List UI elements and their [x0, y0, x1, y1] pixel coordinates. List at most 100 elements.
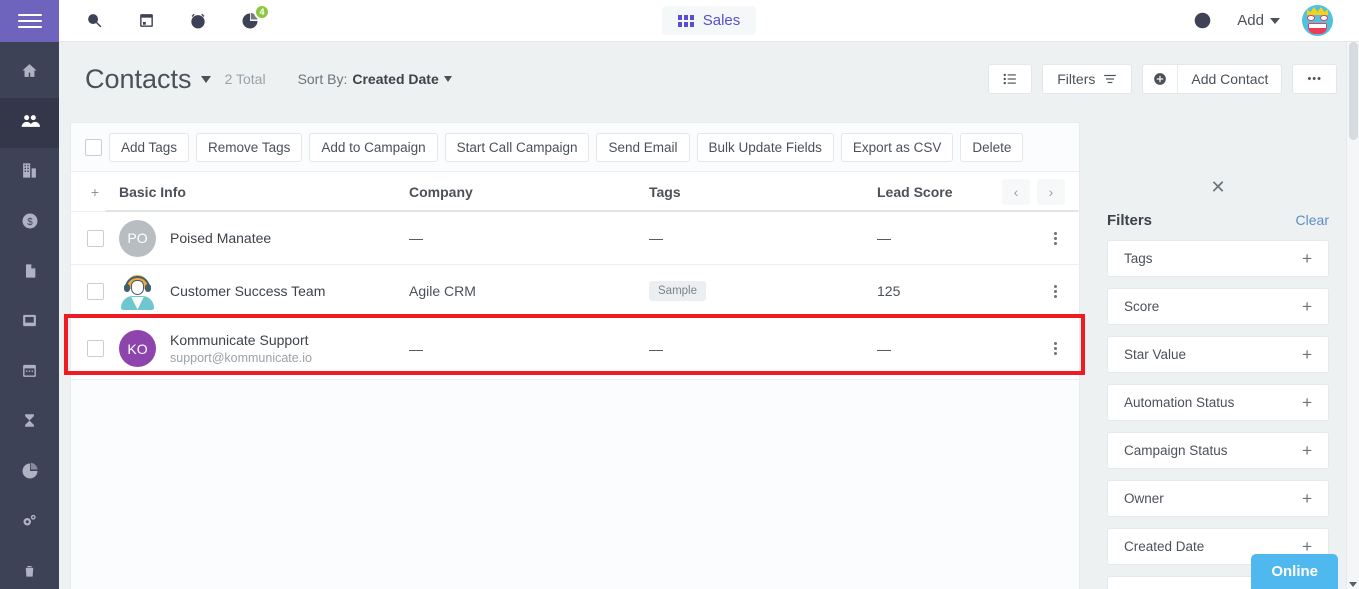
columns-prev-button[interactable]: ‹: [1002, 178, 1030, 205]
filter-label: Campaign Status: [1124, 443, 1228, 458]
ellipsis-icon: •••: [1307, 73, 1322, 85]
contact-name[interactable]: Poised Manatee: [170, 230, 271, 246]
contact-name[interactable]: Customer Success Team: [170, 283, 325, 299]
page-scrollbar[interactable]: [1346, 42, 1359, 589]
alarm-clock-icon[interactable]: [185, 8, 211, 34]
sidebar-item-inbox[interactable]: [0, 298, 59, 348]
page-title-dropdown-icon[interactable]: [200, 75, 211, 83]
clear-filters-link[interactable]: Clear: [1296, 212, 1329, 228]
avatar[interactable]: [1302, 5, 1333, 36]
table-row[interactable]: KO Kommunicate Support support@kommunica…: [71, 318, 1079, 380]
tag-badge[interactable]: Sample: [649, 281, 706, 301]
chevron-down-icon: [443, 76, 452, 82]
filter-item-score[interactable]: Score +: [1107, 288, 1329, 325]
bulk-update-fields-button[interactable]: Bulk Update Fields: [696, 132, 834, 162]
sidebar-item-companies[interactable]: [0, 148, 59, 198]
filter-label: Star Value: [1124, 347, 1187, 362]
sort-by-prefix: Sort By:: [297, 71, 348, 87]
column-header-company[interactable]: Company: [409, 184, 649, 200]
sidebar-item-settings[interactable]: [0, 498, 59, 548]
search-icon[interactable]: [81, 8, 107, 34]
people-icon: [20, 111, 40, 136]
table-row[interactable]: Customer Success Team Agile CRM Sample 1…: [71, 265, 1079, 318]
table-row[interactable]: PO Poised Manatee — — —: [71, 212, 1079, 265]
row-menu-button[interactable]: [1054, 230, 1079, 247]
plus-circle-icon[interactable]: [1143, 65, 1179, 93]
bulk-remove-tags-button[interactable]: Remove Tags: [196, 132, 303, 162]
grid-icon: [677, 14, 694, 27]
scrollbar-thumb[interactable]: [1349, 42, 1358, 140]
app-switcher-label: Sales: [702, 12, 741, 29]
cell-basic-info: PO Poised Manatee: [119, 219, 409, 257]
column-header-lead-score[interactable]: Lead Score: [877, 184, 1002, 200]
row-checkbox[interactable]: [86, 282, 104, 300]
column-header-basic-info[interactable]: Basic Info: [119, 184, 409, 200]
sidebar-item-contacts[interactable]: [0, 98, 59, 148]
sort-by-control[interactable]: Sort By: Created Date: [298, 71, 452, 87]
filter-icon: [1103, 72, 1117, 86]
sidebar-item-calendar[interactable]: [0, 348, 59, 398]
calendar-icon: [21, 362, 38, 384]
filter-label: Tags: [1124, 251, 1153, 266]
cell-tags: Sample: [649, 281, 877, 301]
add-button-label: Add: [1237, 12, 1264, 29]
add-contact-button[interactable]: Add Contact: [1142, 64, 1283, 94]
bulk-delete-button[interactable]: Delete: [960, 132, 1024, 162]
sidebar-item-tasks[interactable]: [0, 398, 59, 448]
filter-item-star-value[interactable]: Star Value +: [1107, 336, 1329, 373]
eyes-shape: [1307, 15, 1328, 21]
pie-chart-icon: [21, 462, 39, 485]
filter-item-automation-status[interactable]: Automation Status +: [1107, 384, 1329, 421]
filter-item-owner[interactable]: Owner +: [1107, 480, 1329, 517]
filter-label: Created Date: [1124, 539, 1205, 554]
filters-panel-header: Filters Clear: [1107, 212, 1329, 229]
plus-icon: +: [1302, 537, 1312, 556]
chevron-down-icon: [1270, 17, 1280, 24]
column-header-tags[interactable]: Tags: [649, 184, 877, 200]
row-menu-button[interactable]: [1054, 340, 1079, 357]
trash-icon: [22, 563, 37, 584]
filter-item-tags[interactable]: Tags +: [1107, 240, 1329, 277]
row-menu-button[interactable]: [1054, 283, 1079, 300]
chat-widget-button[interactable]: Online: [1251, 554, 1338, 589]
sidebar-item-trash[interactable]: [0, 548, 59, 589]
total-count: 2 Total: [224, 71, 266, 87]
add-column-button[interactable]: +: [71, 184, 119, 200]
clock-half-icon[interactable]: [1189, 8, 1215, 34]
sidebar-item-deals[interactable]: $: [0, 198, 59, 248]
bulk-add-tags-button[interactable]: Add Tags: [109, 132, 190, 162]
scroll-down-arrow-icon[interactable]: [1349, 582, 1357, 587]
bulk-send-email-button[interactable]: Send Email: [596, 132, 690, 162]
dollar-icon: $: [21, 212, 39, 235]
sidebar-item-documents[interactable]: [0, 248, 59, 298]
filter-item-campaign-status[interactable]: Campaign Status +: [1107, 432, 1329, 469]
plus-icon: +: [1302, 249, 1312, 268]
filters-button[interactable]: Filters: [1042, 64, 1133, 94]
close-icon[interactable]: ✕: [1107, 165, 1329, 198]
add-button[interactable]: Add: [1237, 12, 1280, 29]
filters-button-label: Filters: [1057, 71, 1096, 87]
contact-name[interactable]: Kommunicate Support: [170, 331, 312, 350]
plus-icon: +: [1302, 297, 1312, 316]
header-actions: Filters Add Contact •••: [988, 64, 1337, 94]
app-switcher-sales[interactable]: Sales: [661, 6, 757, 35]
list-view-button[interactable]: [988, 64, 1033, 94]
filters-panel-title: Filters: [1107, 212, 1153, 229]
columns-next-button[interactable]: ›: [1037, 178, 1065, 205]
cell-lead-score: —: [877, 340, 891, 357]
contacts-table-card: Add Tags Remove Tags Add to Campaign Sta…: [70, 122, 1080, 589]
sidebar-item-reports[interactable]: [0, 448, 59, 498]
select-all-checkbox[interactable]: [85, 138, 102, 156]
row-checkbox[interactable]: [86, 340, 104, 357]
sidebar-item-home[interactable]: [0, 48, 59, 98]
avatar: [119, 273, 156, 310]
bulk-add-to-campaign-button[interactable]: Add to Campaign: [309, 132, 438, 162]
more-options-button[interactable]: •••: [1292, 64, 1337, 94]
cell-tags: —: [649, 340, 663, 357]
pie-chart-icon[interactable]: 4: [237, 3, 270, 34]
bulk-export-csv-button[interactable]: Export as CSV: [840, 132, 954, 162]
calendar-icon[interactable]: [133, 8, 159, 34]
menu-toggle-button[interactable]: [0, 0, 59, 42]
bulk-start-call-campaign-button[interactable]: Start Call Campaign: [444, 132, 590, 162]
row-checkbox[interactable]: [86, 229, 104, 247]
